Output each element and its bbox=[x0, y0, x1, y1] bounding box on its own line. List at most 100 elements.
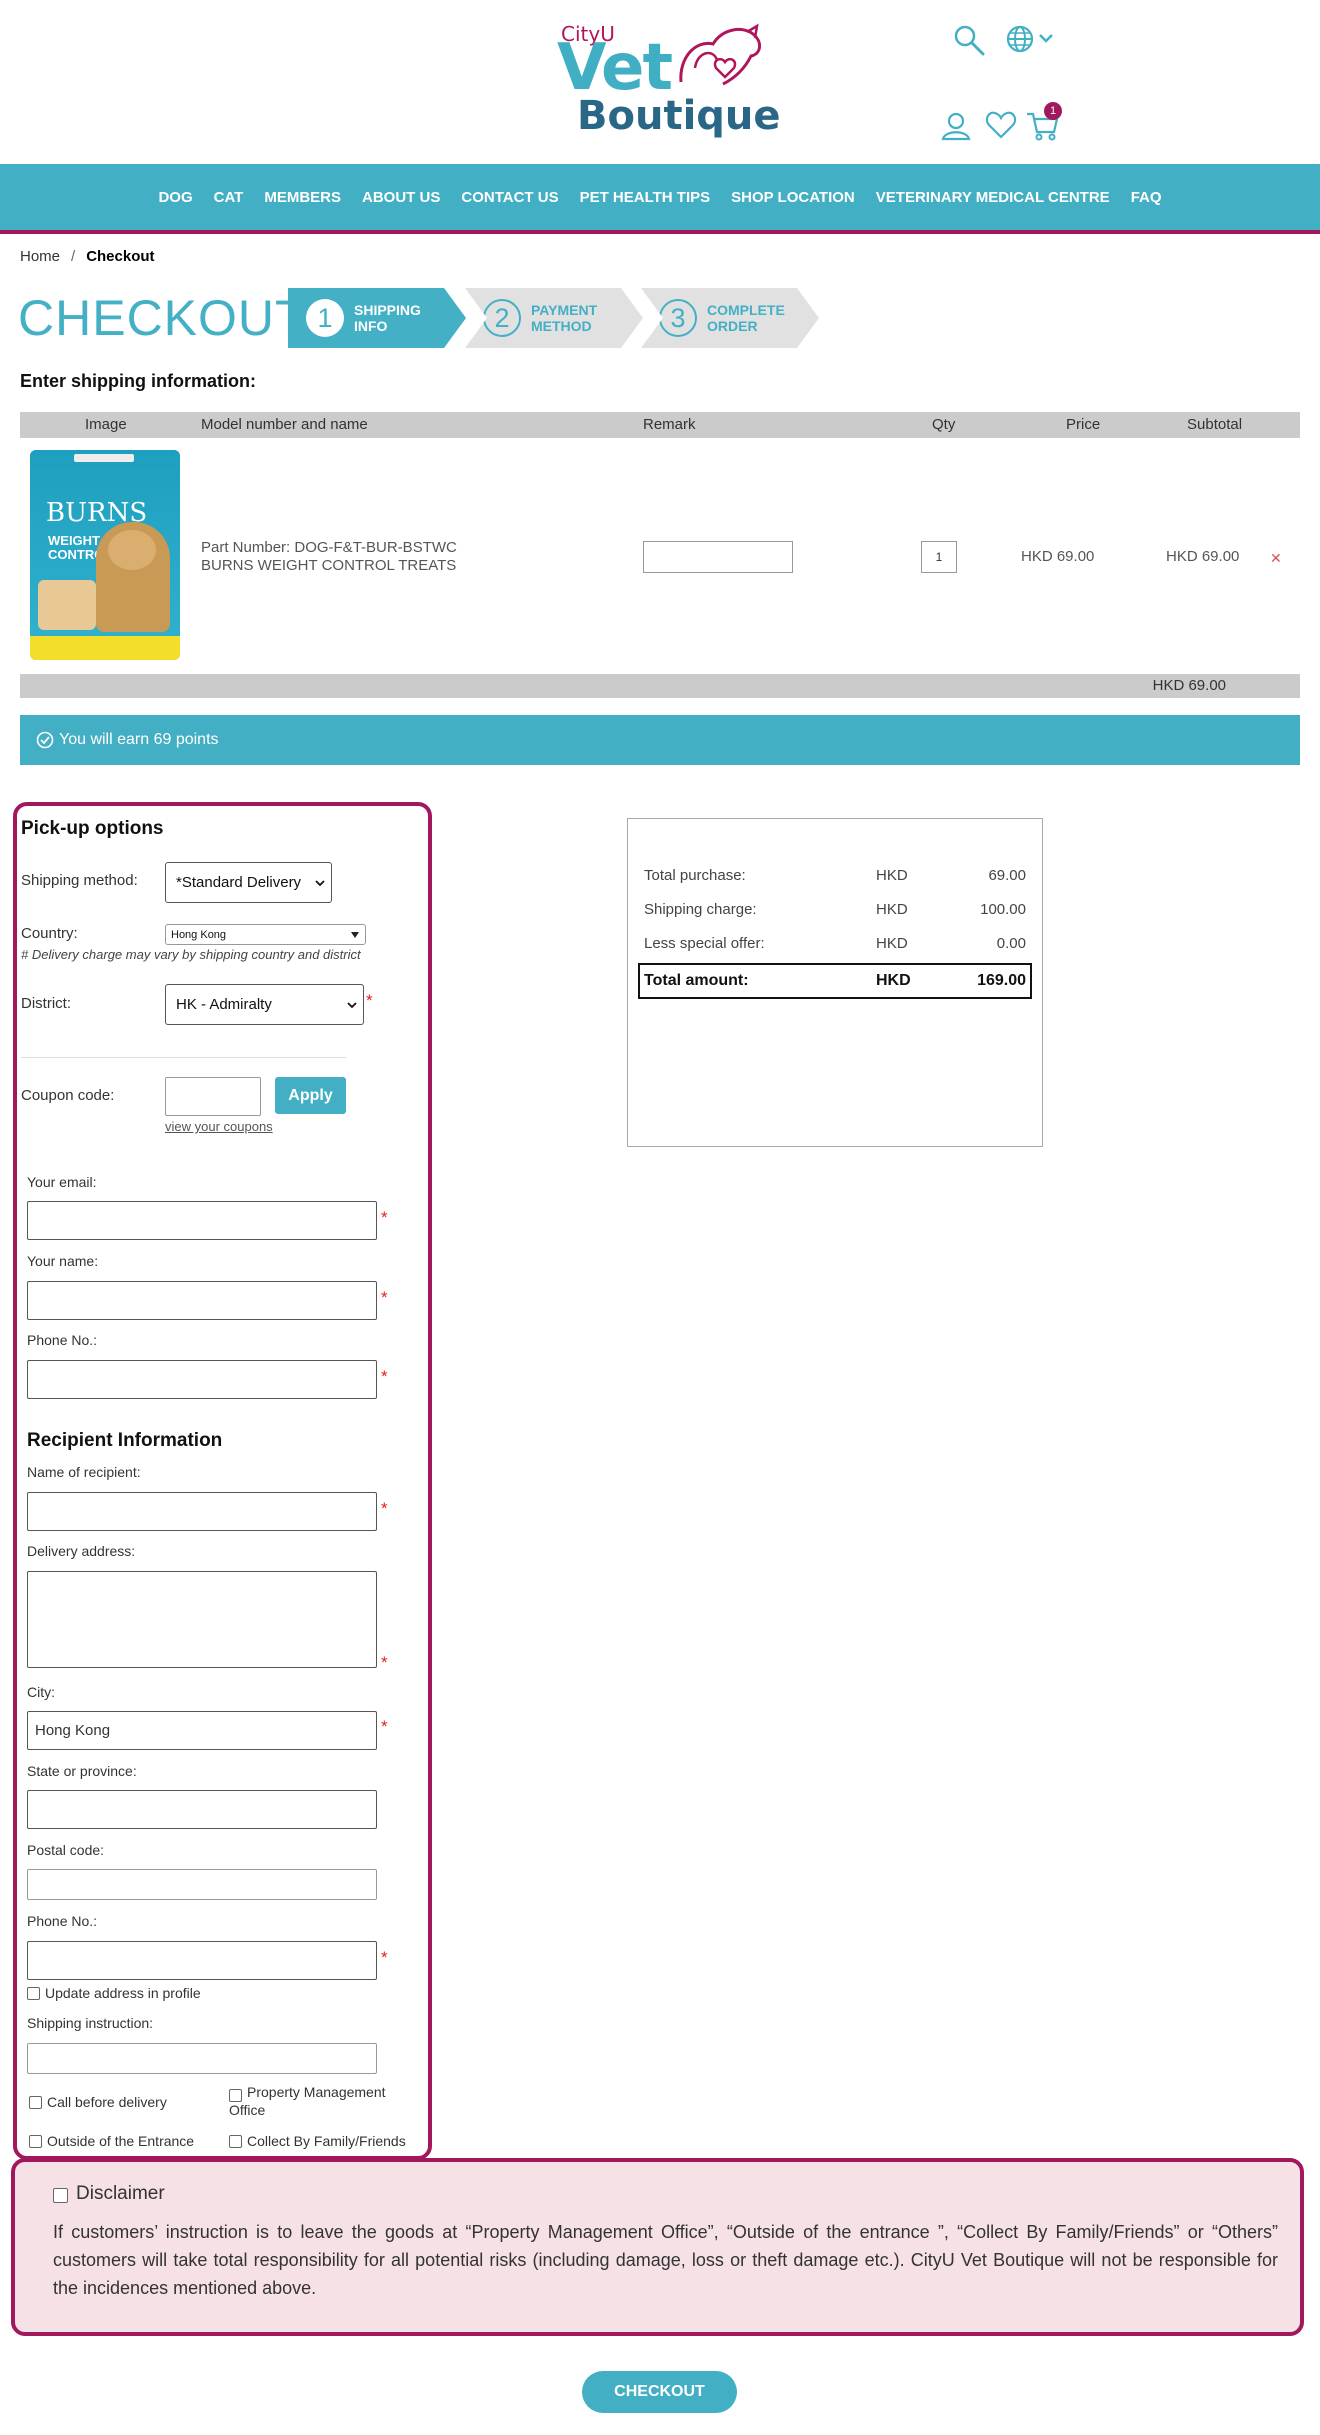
email-field[interactable] bbox=[27, 1201, 377, 1240]
recipient-phone-label: Phone No.: bbox=[27, 1913, 98, 1929]
nav-item-members[interactable]: MEMBERS bbox=[264, 189, 341, 206]
product-image[interactable]: BURNS WEIGHT CONTROL bbox=[30, 450, 180, 660]
summary-currency: HKD bbox=[876, 935, 908, 952]
total-amount-row: Total amount: HKD 169.00 bbox=[638, 963, 1032, 999]
step-number: 1 bbox=[306, 299, 344, 337]
recipient-name-field[interactable] bbox=[27, 1492, 377, 1531]
breadcrumb-current: Checkout bbox=[86, 248, 155, 265]
outside-entrance-checkbox[interactable] bbox=[29, 2135, 42, 2148]
delivery-address-label: Delivery address: bbox=[27, 1543, 136, 1559]
step-shipping-info: 1 SHIPPING INFO bbox=[288, 288, 466, 348]
product-name[interactable]: BURNS WEIGHT CONTROL TREATS bbox=[201, 557, 456, 575]
breadcrumb-home-link[interactable]: Home bbox=[20, 248, 60, 265]
collect-by-family-checkbox[interactable] bbox=[229, 2135, 242, 2148]
section-divider bbox=[21, 1057, 346, 1058]
points-message: You will earn 69 points bbox=[59, 731, 219, 748]
country-label: Country: bbox=[21, 925, 78, 942]
shipping-instruction-field[interactable] bbox=[27, 2043, 377, 2074]
coupon-code-label: Coupon code: bbox=[21, 1087, 115, 1104]
district-select[interactable]: HK - Admiralty bbox=[165, 984, 364, 1025]
apply-coupon-button[interactable]: Apply bbox=[275, 1077, 346, 1114]
col-image: Image bbox=[85, 416, 127, 433]
view-coupons-link[interactable]: view your coupons bbox=[165, 1119, 273, 1134]
disclaimer-label: Disclaimer bbox=[76, 2183, 165, 2204]
disclaimer-panel: Disclaimer If customers’ instruction is … bbox=[11, 2158, 1304, 2336]
required-marker: * bbox=[381, 1499, 388, 1518]
step-number: 2 bbox=[483, 299, 521, 337]
collect-by-family-label: Collect By Family/Friends bbox=[247, 2133, 406, 2149]
summary-amount: 0.00 bbox=[996, 935, 1026, 952]
shipping-method-select[interactable]: *Standard Delivery bbox=[165, 862, 332, 903]
name-field[interactable] bbox=[27, 1281, 377, 1320]
postal-code-field[interactable] bbox=[27, 1869, 377, 1900]
nav-item-contact-us[interactable]: CONTACT US bbox=[461, 189, 558, 206]
country-select[interactable]: Hong Kong bbox=[165, 924, 366, 945]
account-user-icon[interactable] bbox=[940, 110, 972, 142]
step-label-line1: PAYMENT bbox=[531, 302, 598, 318]
required-marker: * bbox=[381, 1288, 388, 1307]
recipient-info-title: Recipient Information bbox=[27, 1430, 223, 1451]
step-number: 3 bbox=[659, 299, 697, 337]
call-before-delivery-checkbox[interactable] bbox=[29, 2096, 42, 2109]
chevron-down-icon bbox=[347, 1001, 357, 1008]
state-field[interactable] bbox=[27, 1790, 377, 1829]
remark-input[interactable] bbox=[643, 541, 793, 573]
quantity-input[interactable]: 1 bbox=[921, 541, 957, 573]
nav-item-about-us[interactable]: ABOUT US bbox=[362, 189, 440, 206]
col-qty: Qty bbox=[932, 416, 956, 433]
coupon-code-input[interactable] bbox=[165, 1077, 261, 1116]
summary-label: Shipping charge: bbox=[644, 901, 757, 918]
district-label: District: bbox=[21, 995, 71, 1012]
delivery-charge-note: # Delivery charge may vary by shipping c… bbox=[21, 947, 361, 962]
checkout-button[interactable]: CHECKOUT bbox=[582, 2371, 737, 2413]
breadcrumb: Home / Checkout bbox=[20, 248, 155, 265]
site-logo[interactable]: CityU Vet Boutique bbox=[555, 20, 781, 145]
col-remark: Remark bbox=[643, 416, 696, 433]
total-amount-currency: HKD bbox=[876, 972, 911, 989]
disclaimer-checkbox[interactable] bbox=[53, 2188, 68, 2203]
phone-field[interactable] bbox=[27, 1360, 377, 1399]
step-label-line2: INFO bbox=[354, 318, 388, 334]
nav-item-faq[interactable]: FAQ bbox=[1131, 189, 1162, 206]
summary-label: Total purchase: bbox=[644, 867, 746, 884]
disclaimer-text: If customers’ instruction is to leave th… bbox=[53, 2222, 1278, 2298]
language-globe-icon[interactable] bbox=[1005, 24, 1057, 54]
nav-item-cat[interactable]: CAT bbox=[214, 189, 244, 206]
main-navigation: DOG CAT MEMBERS ABOUT US CONTACT US PET HEALT… bbox=[0, 164, 1320, 234]
city-field[interactable]: Hong Kong bbox=[27, 1711, 377, 1750]
required-marker: * bbox=[381, 1717, 388, 1736]
step-label-line2: METHOD bbox=[531, 318, 592, 334]
summary-currency: HKD bbox=[876, 867, 908, 884]
summary-label: Less special offer: bbox=[644, 935, 765, 952]
step-complete-order: 3 COMPLETE ORDER bbox=[641, 288, 819, 348]
nav-item-veterinary-medical-centre[interactable]: VETERINARY MEDICAL CENTRE bbox=[876, 189, 1110, 206]
wishlist-heart-icon[interactable] bbox=[985, 110, 1017, 140]
remove-item-icon[interactable]: ✕ bbox=[1270, 550, 1282, 567]
state-label: State or province: bbox=[27, 1763, 137, 1779]
step-label-line1: COMPLETE bbox=[707, 302, 785, 318]
recipient-phone-field[interactable] bbox=[27, 1941, 377, 1980]
points-banner: You will earn 69 points bbox=[20, 715, 1300, 765]
total-amount-label: Total amount: bbox=[644, 972, 749, 989]
shipping-info-heading: Enter shipping information: bbox=[20, 371, 256, 391]
name-label: Your name: bbox=[27, 1253, 99, 1269]
nav-item-shop-location[interactable]: SHOP LOCATION bbox=[731, 189, 855, 206]
city-label: City: bbox=[27, 1684, 55, 1700]
summary-amount: 69.00 bbox=[988, 867, 1026, 884]
search-icon[interactable] bbox=[953, 24, 985, 56]
cart-total-bar: HKD 69.00 bbox=[20, 674, 1300, 698]
pet-heart-logo-icon bbox=[679, 23, 761, 86]
col-price: Price bbox=[1066, 416, 1101, 433]
update-profile-checkbox[interactable] bbox=[27, 1987, 40, 2000]
summary-currency: HKD bbox=[876, 901, 908, 918]
required-marker: * bbox=[381, 1367, 388, 1386]
shipping-method-value: *Standard Delivery bbox=[176, 874, 302, 891]
nav-item-dog[interactable]: DOG bbox=[158, 189, 192, 206]
delivery-address-textarea[interactable] bbox=[27, 1571, 377, 1668]
pickup-options-title: Pick-up options bbox=[21, 818, 164, 839]
product-price: HKD 69.00 bbox=[1021, 548, 1095, 565]
chevron-down-icon bbox=[315, 879, 325, 886]
property-management-label: Property Management Office bbox=[229, 2084, 386, 2118]
page-title: CHECKOUT bbox=[18, 290, 307, 346]
nav-item-pet-health-tips[interactable]: PET HEALTH TIPS bbox=[580, 189, 711, 206]
